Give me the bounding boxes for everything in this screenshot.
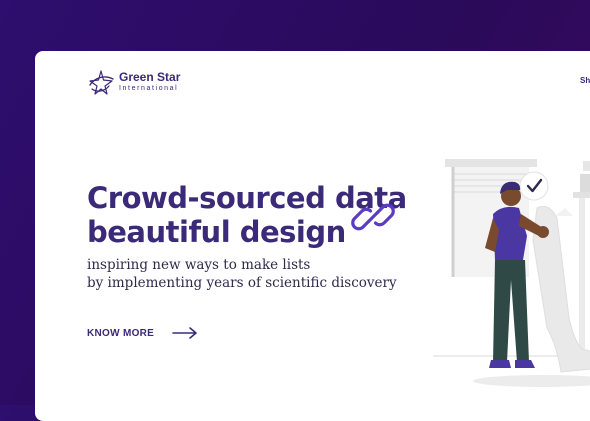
star-swirl-icon (89, 70, 114, 95)
brand-tagline: International (119, 85, 179, 92)
brand-logo[interactable]: Green Star International (87, 69, 227, 97)
nav-item-partial[interactable]: Sh (580, 76, 590, 85)
subtext-line-1: inspiring new ways to make lists (87, 257, 311, 273)
subtext-line-2: by implementing years of scientific disc… (87, 275, 397, 291)
hero-subtext: inspiring new ways to make lists by impl… (87, 256, 397, 292)
know-more-label: KNOW MORE (87, 327, 155, 339)
brand-name: Green Star (119, 70, 181, 84)
know-more-button[interactable]: KNOW MORE (87, 323, 198, 343)
arrow-right-icon (172, 327, 197, 339)
chain-link-icon (351, 203, 395, 231)
hero-card: Green Star International Sh Crowd-source… (35, 51, 590, 421)
hero-illustration (433, 159, 590, 387)
